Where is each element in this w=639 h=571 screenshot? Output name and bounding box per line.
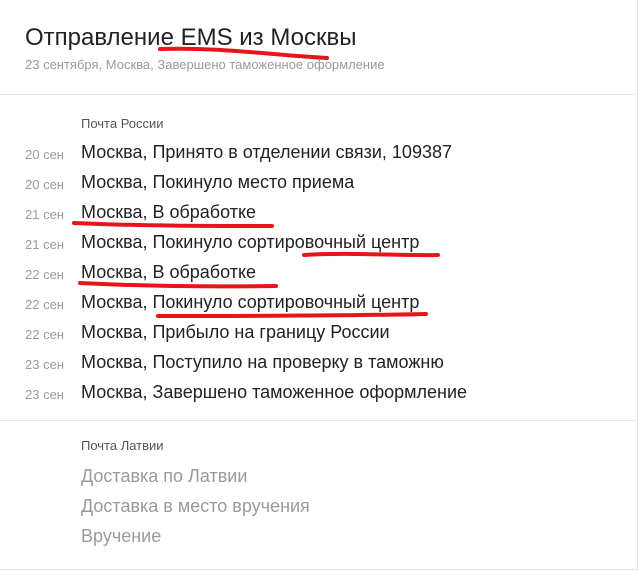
tracking-event: 23 сен Москва, Завершено таможенное офор… — [0, 380, 600, 410]
event-text: Москва, Завершено таможенное оформление — [81, 382, 468, 402]
tracking-event: 22 сен Москва, В обработке — [0, 260, 600, 290]
tracking-event: 22 сен Москва, Прибыло на границу России — [0, 320, 600, 350]
tracking-event: 20 сен Москва, Принято в отделении связи… — [0, 140, 600, 170]
tracking-event: 21 сен Москва, Покинуло сортировочный це… — [0, 230, 600, 260]
event-text: Москва, Покинуло место приема — [81, 172, 355, 192]
tracking-event: 22 сен Москва, Покинуло сортировочный це… — [0, 290, 600, 320]
event-text: Москва, Покинуло сортировочный центр — [81, 232, 420, 252]
event-date: 23 сен — [25, 357, 64, 372]
section-divider — [0, 420, 637, 421]
event-text: Москва, В обработке — [81, 202, 257, 222]
event-date: 20 сен — [25, 147, 64, 162]
event-text: Москва, Принято в отделении связи, 10938… — [81, 142, 452, 162]
pending-event: Доставка в место вручения — [81, 496, 310, 516]
section-label-russia: Почта России — [81, 116, 164, 131]
event-date: 20 сен — [25, 177, 64, 192]
event-text: Москва, Покинуло сортировочный центр — [81, 292, 420, 312]
pending-event: Доставка по Латвии — [81, 466, 248, 486]
event-date: 21 сен — [25, 207, 64, 222]
event-date: 22 сен — [25, 297, 64, 312]
event-text: Москва, Прибыло на границу России — [81, 322, 390, 342]
event-date: 23 сен — [25, 387, 64, 402]
event-date: 22 сен — [25, 267, 64, 282]
event-date: 21 сен — [25, 237, 64, 252]
tracking-card: Отправление EMS из Москвы 23 сентября, М… — [0, 0, 638, 570]
pending-event: Вручение — [81, 526, 162, 546]
event-text: Москва, В обработке — [81, 262, 257, 282]
shipment-status-line: 23 сентября, Москва, Завершено таможенно… — [25, 57, 385, 72]
event-date: 22 сен — [25, 327, 64, 342]
tracking-event: 21 сен Москва, В обработке — [0, 200, 600, 230]
tracking-header: Отправление EMS из Москвы 23 сентября, М… — [0, 0, 637, 95]
tracking-event: 20 сен Москва, Покинуло место приема — [0, 170, 600, 200]
section-label-latvia: Почта Латвии — [81, 438, 164, 453]
shipment-title: Отправление EMS из Москвы — [25, 24, 357, 51]
event-text: Москва, Поступило на проверку в таможню — [81, 352, 444, 372]
tracking-event: 23 сен Москва, Поступило на проверку в т… — [0, 350, 600, 380]
